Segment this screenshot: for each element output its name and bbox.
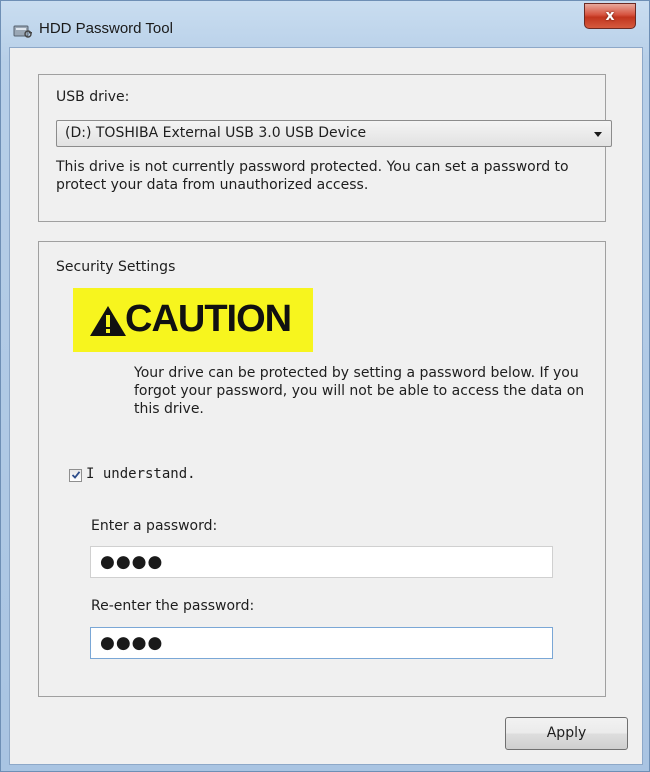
usb-drive-label: USB drive:: [56, 89, 130, 105]
checkmark-icon: [71, 471, 81, 479]
apply-button[interactable]: Apply: [505, 717, 628, 750]
understand-checkbox[interactable]: [69, 469, 82, 482]
password-input[interactable]: ●●●●: [90, 546, 553, 578]
usb-drive-select[interactable]: (D:) TOSHIBA External USB 3.0 USB Device: [56, 120, 612, 147]
app-window: HDD Password Tool x USB drive: (D:) TOSH…: [0, 0, 650, 772]
drive-status-text: This drive is not currently password pro…: [56, 159, 569, 193]
warning-icon: [90, 306, 126, 336]
usb-drive-group: USB drive: (D:) TOSHIBA External USB 3.0…: [38, 74, 612, 222]
window-title: HDD Password Tool: [39, 20, 173, 37]
reenter-password-label: Re-enter the password:: [91, 598, 255, 614]
caution-banner: CAUTION: [73, 288, 313, 352]
usb-drive-selected-value: (D:) TOSHIBA External USB 3.0 USB Device: [65, 125, 367, 141]
password-label: Enter a password:: [91, 518, 218, 534]
security-settings-group: Security Settings CAUTION Your drive can…: [38, 241, 606, 697]
reenter-password-input[interactable]: ●●●●: [90, 627, 553, 659]
chevron-down-icon[interactable]: [594, 132, 602, 137]
dialog-body: USB drive: (D:) TOSHIBA External USB 3.0…: [9, 47, 643, 765]
understand-label[interactable]: I understand.: [86, 466, 196, 482]
close-button[interactable]: x: [584, 3, 636, 29]
caution-label: CAUTION: [125, 298, 292, 340]
reenter-password-masked-value: ●●●●: [100, 633, 164, 653]
security-settings-heading: Security Settings: [56, 259, 176, 275]
caution-warning-text: Your drive can be protected by setting a…: [134, 365, 585, 417]
password-masked-value: ●●●●: [100, 552, 164, 572]
app-icon: [13, 25, 32, 38]
